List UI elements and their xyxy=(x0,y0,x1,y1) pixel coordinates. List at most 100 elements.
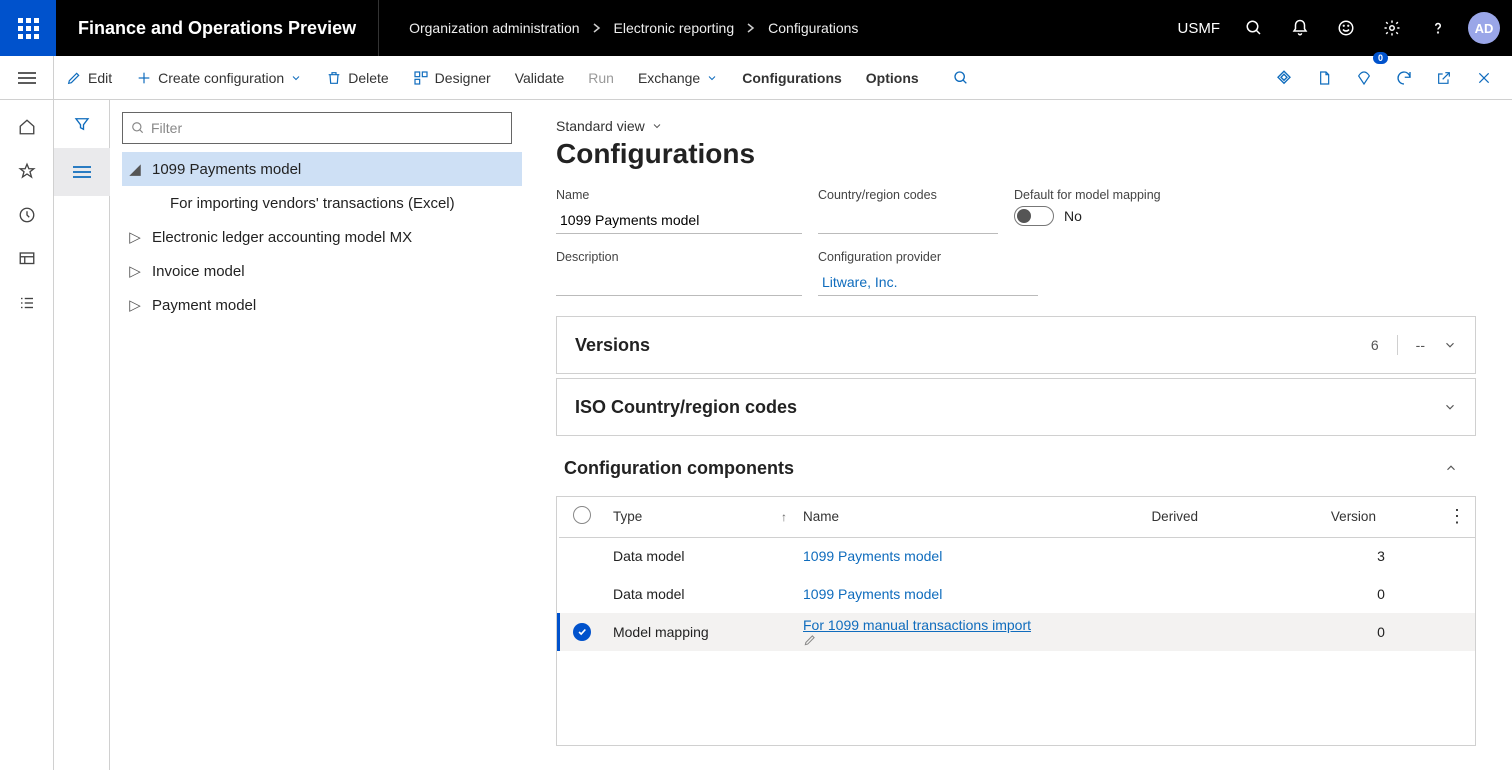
name-field: Name xyxy=(556,188,802,234)
exchange-button[interactable]: Exchange xyxy=(626,56,730,100)
cell-derived xyxy=(1143,537,1322,575)
cell-name-link[interactable]: For 1099 manual transactions import xyxy=(803,617,1031,633)
components-header[interactable]: Configuration components xyxy=(556,440,1476,496)
table-row[interactable]: Model mappingFor 1099 manual transaction… xyxy=(559,613,1476,651)
filter-badge-count: 0 xyxy=(1373,52,1388,64)
popout-icon[interactable] xyxy=(1424,56,1464,100)
cell-version: 0 xyxy=(1323,613,1439,651)
country-codes-input[interactable] xyxy=(818,206,998,234)
description-input[interactable] xyxy=(556,268,802,296)
smile-icon[interactable] xyxy=(1324,0,1368,56)
funnel-icon[interactable] xyxy=(54,100,110,148)
command-bar: Edit Create configuration Delete Designe… xyxy=(0,56,1512,100)
col-name[interactable]: Name xyxy=(803,509,839,524)
legal-entity-label[interactable]: USMF xyxy=(1168,20,1231,37)
tree-panel: Filter ◢ 1099 Payments model For importi… xyxy=(110,100,530,770)
chevron-up-icon xyxy=(1444,461,1458,475)
view-selector[interactable]: Standard view xyxy=(556,118,1476,134)
gear-icon[interactable] xyxy=(1370,0,1414,56)
default-mapping-field: Default for model mapping No xyxy=(1014,188,1254,234)
configurations-tab[interactable]: Configurations xyxy=(730,56,854,100)
chevron-right-icon xyxy=(746,23,756,33)
tree-item-payment-model[interactable]: ▷ Payment model xyxy=(122,288,522,322)
filter-badge-icon[interactable]: 0 xyxy=(1344,56,1384,100)
cell-type: Data model xyxy=(605,575,795,613)
app-title: Finance and Operations Preview xyxy=(56,0,379,56)
cell-name-link[interactable]: 1099 Payments model xyxy=(803,548,942,564)
tree-item-import-vendors[interactable]: For importing vendors' transactions (Exc… xyxy=(122,186,522,220)
chevron-down-icon xyxy=(1443,338,1457,352)
recent-icon[interactable] xyxy=(0,193,54,237)
more-icon[interactable]: ⋮ xyxy=(1448,506,1466,526)
designer-label: Designer xyxy=(435,70,491,86)
waffle-icon xyxy=(18,18,39,39)
avatar[interactable]: AD xyxy=(1468,12,1500,44)
iso-header[interactable]: ISO Country/region codes xyxy=(557,379,1475,435)
create-label: Create configuration xyxy=(158,70,284,86)
bell-icon[interactable] xyxy=(1278,0,1322,56)
detail-content: Standard view Configurations Name Countr… xyxy=(530,100,1512,770)
cell-version: 0 xyxy=(1323,575,1439,613)
workspaces-icon[interactable] xyxy=(0,237,54,281)
left-nav-rail xyxy=(0,100,54,770)
favorites-icon[interactable] xyxy=(0,149,54,193)
refresh-icon[interactable] xyxy=(1384,56,1424,100)
chevron-down-icon xyxy=(651,120,663,132)
app-launcher-button[interactable] xyxy=(0,0,56,56)
create-configuration-button[interactable]: Create configuration xyxy=(124,56,314,100)
select-all-checkbox[interactable] xyxy=(573,506,591,524)
designer-button[interactable]: Designer xyxy=(401,56,503,100)
diamond-icon[interactable] xyxy=(1264,56,1304,100)
breadcrumb-item[interactable]: Organization administration xyxy=(409,20,579,36)
table-row[interactable]: Data model 1099 Payments model 0 xyxy=(559,575,1476,613)
edit-button[interactable]: Edit xyxy=(54,56,124,100)
col-type[interactable]: Type xyxy=(613,509,642,524)
tree-filter-input[interactable]: Filter xyxy=(122,112,512,144)
cell-derived xyxy=(1143,575,1322,613)
versions-extra: -- xyxy=(1416,337,1425,353)
find-button[interactable] xyxy=(941,56,981,100)
default-mapping-toggle[interactable] xyxy=(1014,206,1054,226)
col-version[interactable]: Version xyxy=(1331,509,1376,524)
caret-right-icon: ▷ xyxy=(126,228,144,246)
close-icon[interactable] xyxy=(1464,56,1504,100)
chevron-right-icon xyxy=(592,23,602,33)
caret-right-icon: ▷ xyxy=(126,296,144,314)
caret-right-icon: ▷ xyxy=(126,262,144,280)
cell-derived xyxy=(1143,613,1322,651)
modules-icon[interactable] xyxy=(0,281,54,325)
chevron-down-icon xyxy=(706,72,718,84)
iso-section: ISO Country/region codes xyxy=(556,378,1476,436)
home-icon[interactable] xyxy=(0,105,54,149)
attachments-icon[interactable] xyxy=(1304,56,1344,100)
cell-type: Data model xyxy=(605,537,795,575)
tree-item-electronic-ledger[interactable]: ▷ Electronic ledger accounting model MX xyxy=(122,220,522,254)
row-checkbox[interactable] xyxy=(573,623,591,641)
versions-section: Versions 6 -- xyxy=(556,316,1476,374)
hamburger-icon[interactable] xyxy=(0,56,54,100)
options-tab[interactable]: Options xyxy=(854,56,931,100)
list-view-icon[interactable] xyxy=(54,148,110,196)
search-icon xyxy=(131,121,145,135)
tree-item-1099-payments[interactable]: ◢ 1099 Payments model xyxy=(122,152,522,186)
tree-toolbar xyxy=(54,100,110,770)
delete-button[interactable]: Delete xyxy=(314,56,400,100)
versions-header[interactable]: Versions 6 -- xyxy=(557,317,1475,373)
caret-down-icon: ◢ xyxy=(126,160,144,178)
breadcrumb-item[interactable]: Electronic reporting xyxy=(614,20,735,36)
country-codes-field: Country/region codes xyxy=(818,188,998,234)
toggle-value-label: No xyxy=(1064,208,1082,224)
search-icon[interactable] xyxy=(1232,0,1276,56)
tree-item-invoice-model[interactable]: ▷ Invoice model xyxy=(122,254,522,288)
table-row[interactable]: Data model 1099 Payments model 3 xyxy=(559,537,1476,575)
cell-name-link[interactable]: 1099 Payments model xyxy=(803,586,942,602)
cell-version: 3 xyxy=(1323,537,1439,575)
help-icon[interactable] xyxy=(1416,0,1460,56)
pencil-icon[interactable] xyxy=(803,633,1135,647)
col-derived[interactable]: Derived xyxy=(1151,509,1198,524)
name-input[interactable] xyxy=(556,206,802,234)
filter-placeholder: Filter xyxy=(151,120,182,136)
breadcrumb-item[interactable]: Configurations xyxy=(768,20,858,36)
validate-button[interactable]: Validate xyxy=(503,56,577,100)
provider-link[interactable]: Litware, Inc. xyxy=(822,274,897,290)
